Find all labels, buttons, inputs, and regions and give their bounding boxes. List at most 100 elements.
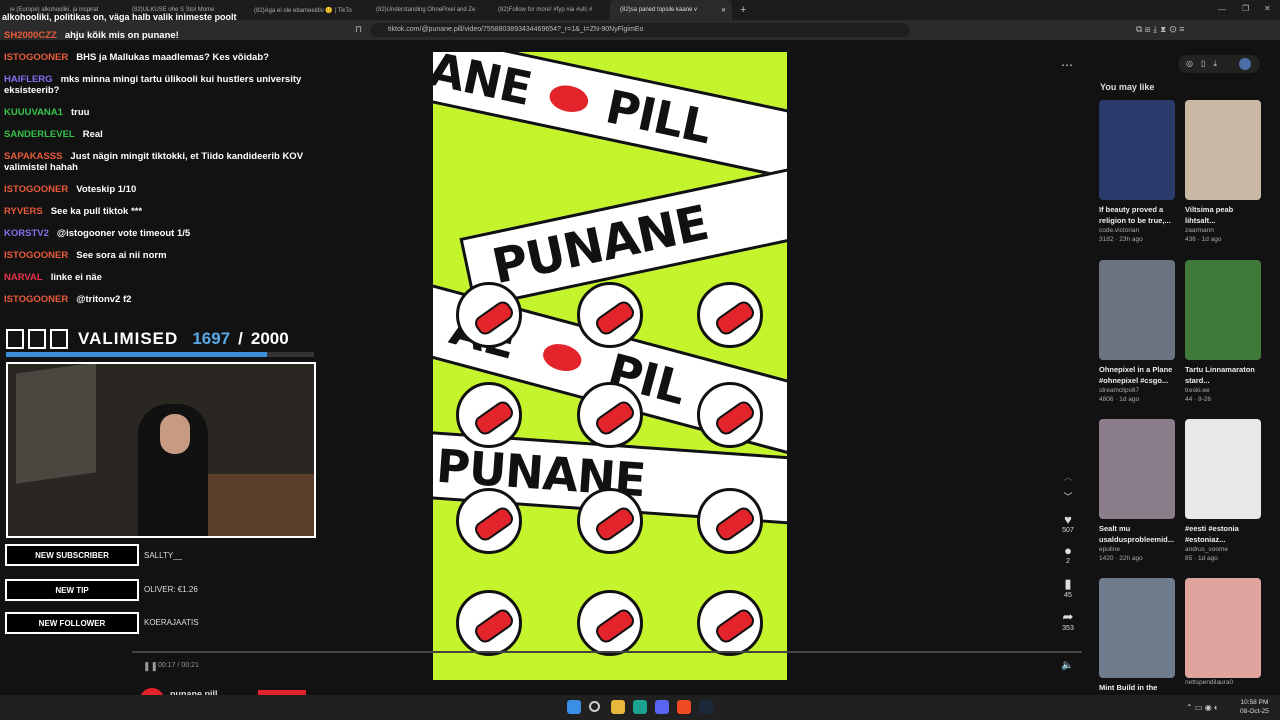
goal-current: 1697 [192,329,231,348]
share-count: 353 [1062,625,1074,632]
brave-icon[interactable] [677,700,691,714]
video-thumbnail[interactable] [1185,260,1261,360]
discord-icon[interactable] [655,700,669,714]
video-card-title[interactable]: Viltsima peab lihtsalt... [1185,204,1261,226]
alert-tip-value: OLIVER: €1.26 [144,585,198,594]
minimize-icon[interactable]: — [1218,5,1226,14]
video-card-title[interactable]: If beauty proved a religion to be true,.… [1099,204,1175,226]
video-age: 22h ago [1119,555,1143,562]
avatar[interactable] [1239,58,1251,70]
nav-up-icon[interactable]: ︿ [1059,470,1077,483]
video-card[interactable]: #eesti #estonia #estoniaz... andrus_soome… [1185,419,1261,562]
video-age: 9-26 [1198,396,1212,403]
chat-message: SAPAKASSS Just nägin mingit tiktokki, et … [4,151,314,173]
chat-message: KUUUVANA1 truu [4,107,314,118]
goal-box-icon [6,329,24,349]
save-button[interactable]: ▮ 45 [1059,576,1077,599]
chat-message: SANDERLEVEL Real [4,129,314,140]
tab-4[interactable]: (82)Understanding OhnePixel and Ze [366,0,488,20]
view-count: 4806 [1099,396,1114,403]
nav-down-icon[interactable]: ﹀ [1059,490,1077,503]
bookmark-icon: ▮ [1064,576,1072,591]
download-icon[interactable]: ⤓ [1213,59,1225,68]
video-age: 1d ago [1198,555,1218,562]
tab-6[interactable]: (82)sa paned topsile kaane v ✕ [610,0,732,20]
chat-username: SANDERLEVEL [4,129,75,140]
video-thumbnail[interactable] [1185,100,1261,200]
chat-text: Voteskip 1/10 [76,184,137,195]
share-button[interactable]: ➦ 353 [1059,609,1077,632]
tab-label: (82)Follow for more! #fyp #ai #ufc # [498,7,593,13]
device-icon[interactable]: ▯ [1201,59,1213,68]
video-card-author[interactable]: andrus_soome [1185,546,1261,553]
chat-username: RYVERS [4,206,43,217]
video-card[interactable]: Viltsima peab lihtsalt... zaarmann 436 · 1… [1185,100,1261,243]
video-card-title[interactable]: #eesti #estonia #estoniaz... [1185,523,1261,545]
video-card-meta: 436 · 1d ago [1185,236,1222,243]
tray-icons[interactable]: ⌃ ▭ ◉ ◐ [1186,703,1219,712]
video-thumbnail[interactable] [1099,578,1175,678]
goal-target: 2000 [250,329,289,348]
video-card-title[interactable]: Sealt mu usaldusprobleemid... [1099,523,1175,545]
like-count: 507 [1062,527,1074,534]
comment-button[interactable]: ● 2 [1059,543,1077,565]
video-player[interactable]: ANE⬬PILL PUNANE AE⬬PIL PUNANE [433,52,787,680]
video-card[interactable]: If beauty proved a religion to be true,.… [1099,100,1175,243]
keyboard-icon[interactable]: ◎ [1186,59,1201,68]
video-thumbnail[interactable] [1185,578,1261,678]
video-thumbnail[interactable] [1099,260,1175,360]
video-card-meta: 44 · 9-26 [1185,396,1212,403]
chat-overlay: SH2000CZZ ahju kõik mis on punane! ISTOGOO… [4,30,314,316]
video-card[interactable]: nettspendilaura0 [1185,578,1261,686]
video-card-author[interactable]: treski.ee [1185,387,1261,394]
video-card[interactable]: Sealt mu usaldusprobleemid... epuline 1420… [1099,419,1175,562]
video-card[interactable]: Ohnepixel in a Plane #ohnepixel #csgo...… [1099,260,1175,403]
video-card-title[interactable]: Tartu Linnamaraton stard... [1185,364,1261,386]
video-thumbnail[interactable] [1185,419,1261,519]
tab-3[interactable]: (82)Aga ei ole ebameeldiv 🙂 | TikTo [244,0,366,20]
extensions-icon[interactable]: ⧉ ⊞ ⤓ ♜ ⚙ ≡ [1136,24,1184,35]
video-card-author[interactable]: streamclips67 [1099,387,1175,394]
url-field[interactable]: tiktok.com/@punane.pill/video/7558803893… [370,23,910,37]
tab-5[interactable]: (82)Follow for more! #fyp #ai #ufc # [488,0,610,20]
close-window-icon[interactable]: ✕ [1264,4,1271,13]
steam-icon[interactable] [699,700,713,714]
close-icon[interactable]: ✕ [721,7,732,14]
clock[interactable]: 10:58 PM 08-Oct-25 [1240,698,1269,716]
chat-message: ISTOGOONER @tritonv2 f2 [4,294,314,305]
video-card-author[interactable]: zaarmann [1185,227,1261,234]
explorer-icon[interactable] [611,700,625,714]
chat-message: HAIFLERG mks minna mingi tartu ülikooli k… [4,74,314,96]
video-card[interactable]: Tartu Linnamaraton stard... treski.ee 44 ·… [1185,260,1261,403]
chat-text: BHS ja Mallukas maadlemas? Kes võidab? [76,52,269,63]
alert-new-tip: NEW TIP [5,579,139,601]
alert-follower-value: KOERAJAATIS [144,618,199,627]
progress-track[interactable] [132,651,1082,653]
video-card-title[interactable]: Ohnepixel in a Plane #ohnepixel #csgo... [1099,364,1175,386]
volume-icon[interactable]: 🔈 [1061,660,1073,671]
video-thumbnail[interactable] [1099,100,1175,200]
more-options-icon[interactable]: ⋯ [1061,58,1073,72]
goal-box-icon [28,329,46,349]
new-tab-icon[interactable]: + [740,4,746,16]
save-count: 45 [1064,592,1072,599]
video-card-author[interactable]: code.victorian [1099,227,1175,234]
chat-username: HAIFLERG [4,74,53,85]
app-icon[interactable] [633,700,647,714]
video-age: 1d ago [1201,236,1222,243]
search-icon[interactable] [589,701,600,712]
like-button[interactable]: ♥ 507 [1059,512,1077,534]
start-icon[interactable] [567,700,581,714]
url-text: tiktok.com/@punane.pill/video/7558803893… [388,26,644,33]
chat-username: ISTOGOONER [4,52,69,63]
bookmark-icon[interactable]: ⊓ [355,24,362,35]
video-thumbnail[interactable] [1099,419,1175,519]
chat-username: KUUUVANA1 [4,107,63,118]
video-card[interactable]: Mint Build in the [1099,578,1175,704]
pause-icon[interactable]: ❚❚ [143,661,158,672]
video-card-meta: 4806 · 1d ago [1099,396,1140,403]
video-card-author[interactable]: nettspendilaura0 [1185,679,1261,686]
video-card-author[interactable]: epuline [1099,546,1175,553]
pill-coin [577,282,643,348]
maximize-icon[interactable]: ❐ [1242,4,1249,13]
